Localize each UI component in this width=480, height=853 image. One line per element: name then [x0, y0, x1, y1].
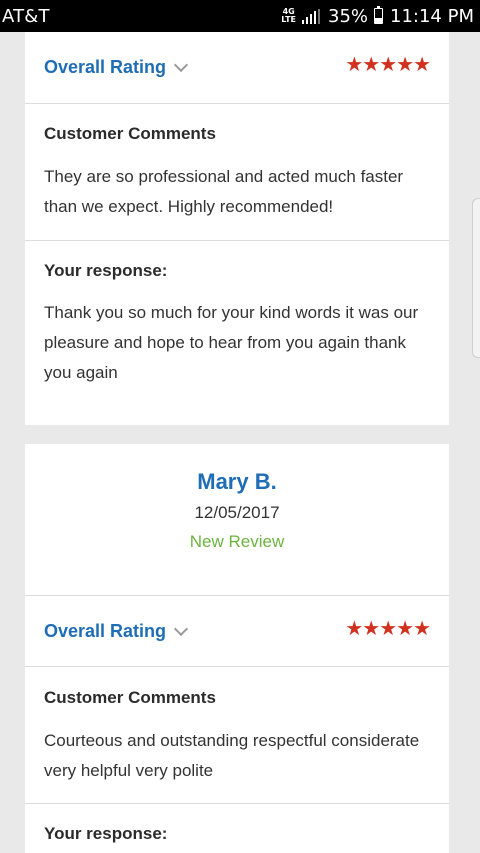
review-card: Overall Rating ★★★★★ Customer Comments T…: [25, 32, 449, 425]
signal-icon: [302, 8, 320, 24]
status-bar: AT&T 4G LTE 35% 11:14 PM: [0, 0, 480, 32]
overall-rating-toggle[interactable]: Overall Rating: [44, 621, 189, 642]
clock: 11:14 PM: [390, 5, 474, 27]
your-response-section: Your response:: [25, 804, 449, 853]
battery-icon: [374, 6, 384, 24]
carrier-label: AT&T: [2, 5, 50, 27]
reviewer-header: Mary B.: [25, 469, 449, 495]
battery-percent: 35%: [328, 5, 369, 27]
your-response-title: Your response:: [44, 824, 168, 843]
overall-rating-label: Overall Rating: [44, 57, 167, 77]
scrollbar-handle[interactable]: [472, 198, 480, 358]
status-icons: 4G LTE 35% 11:14 PM: [281, 6, 474, 27]
chevron-down-icon: [173, 621, 189, 636]
customer-comments-title: Customer Comments: [44, 124, 216, 143]
overall-rating-label: Overall Rating: [44, 621, 167, 641]
review-date-wrap: 12/05/2017: [25, 503, 449, 523]
customer-comments-text: They are so professional and acted much …: [44, 167, 404, 216]
customer-comments-section: Customer Comments Courteous and outstand…: [25, 668, 449, 804]
review-status-badge: New Review: [189, 532, 285, 551]
review-card: Mary B. 12/05/2017 New Review Overall Ra…: [25, 444, 449, 853]
customer-comments-title: Customer Comments: [44, 688, 216, 707]
overall-rating-row[interactable]: Overall Rating ★★★★★: [25, 32, 449, 104]
your-response-text: Thank you so much for your kind words it…: [44, 303, 419, 382]
your-response-section: Your response: Thank you so much for you…: [25, 241, 449, 425]
customer-comments-section: Customer Comments They are so profession…: [25, 104, 449, 241]
chevron-down-icon: [173, 57, 189, 72]
overall-rating-toggle[interactable]: Overall Rating: [44, 57, 189, 78]
review-status-wrap: New Review: [25, 532, 449, 552]
review-date: 12/05/2017: [194, 503, 280, 522]
star-rating: ★★★★★: [345, 618, 431, 640]
star-rating: ★★★★★: [345, 54, 431, 76]
reviewer-name: Mary B.: [197, 469, 277, 494]
network-type-icon: 4G LTE: [281, 8, 296, 24]
your-response-title: Your response:: [44, 261, 168, 280]
network-type-bottom: LTE: [281, 15, 296, 24]
overall-rating-row[interactable]: Overall Rating ★★★★★: [25, 595, 449, 667]
customer-comments-text: Courteous and outstanding respectful con…: [44, 731, 420, 780]
